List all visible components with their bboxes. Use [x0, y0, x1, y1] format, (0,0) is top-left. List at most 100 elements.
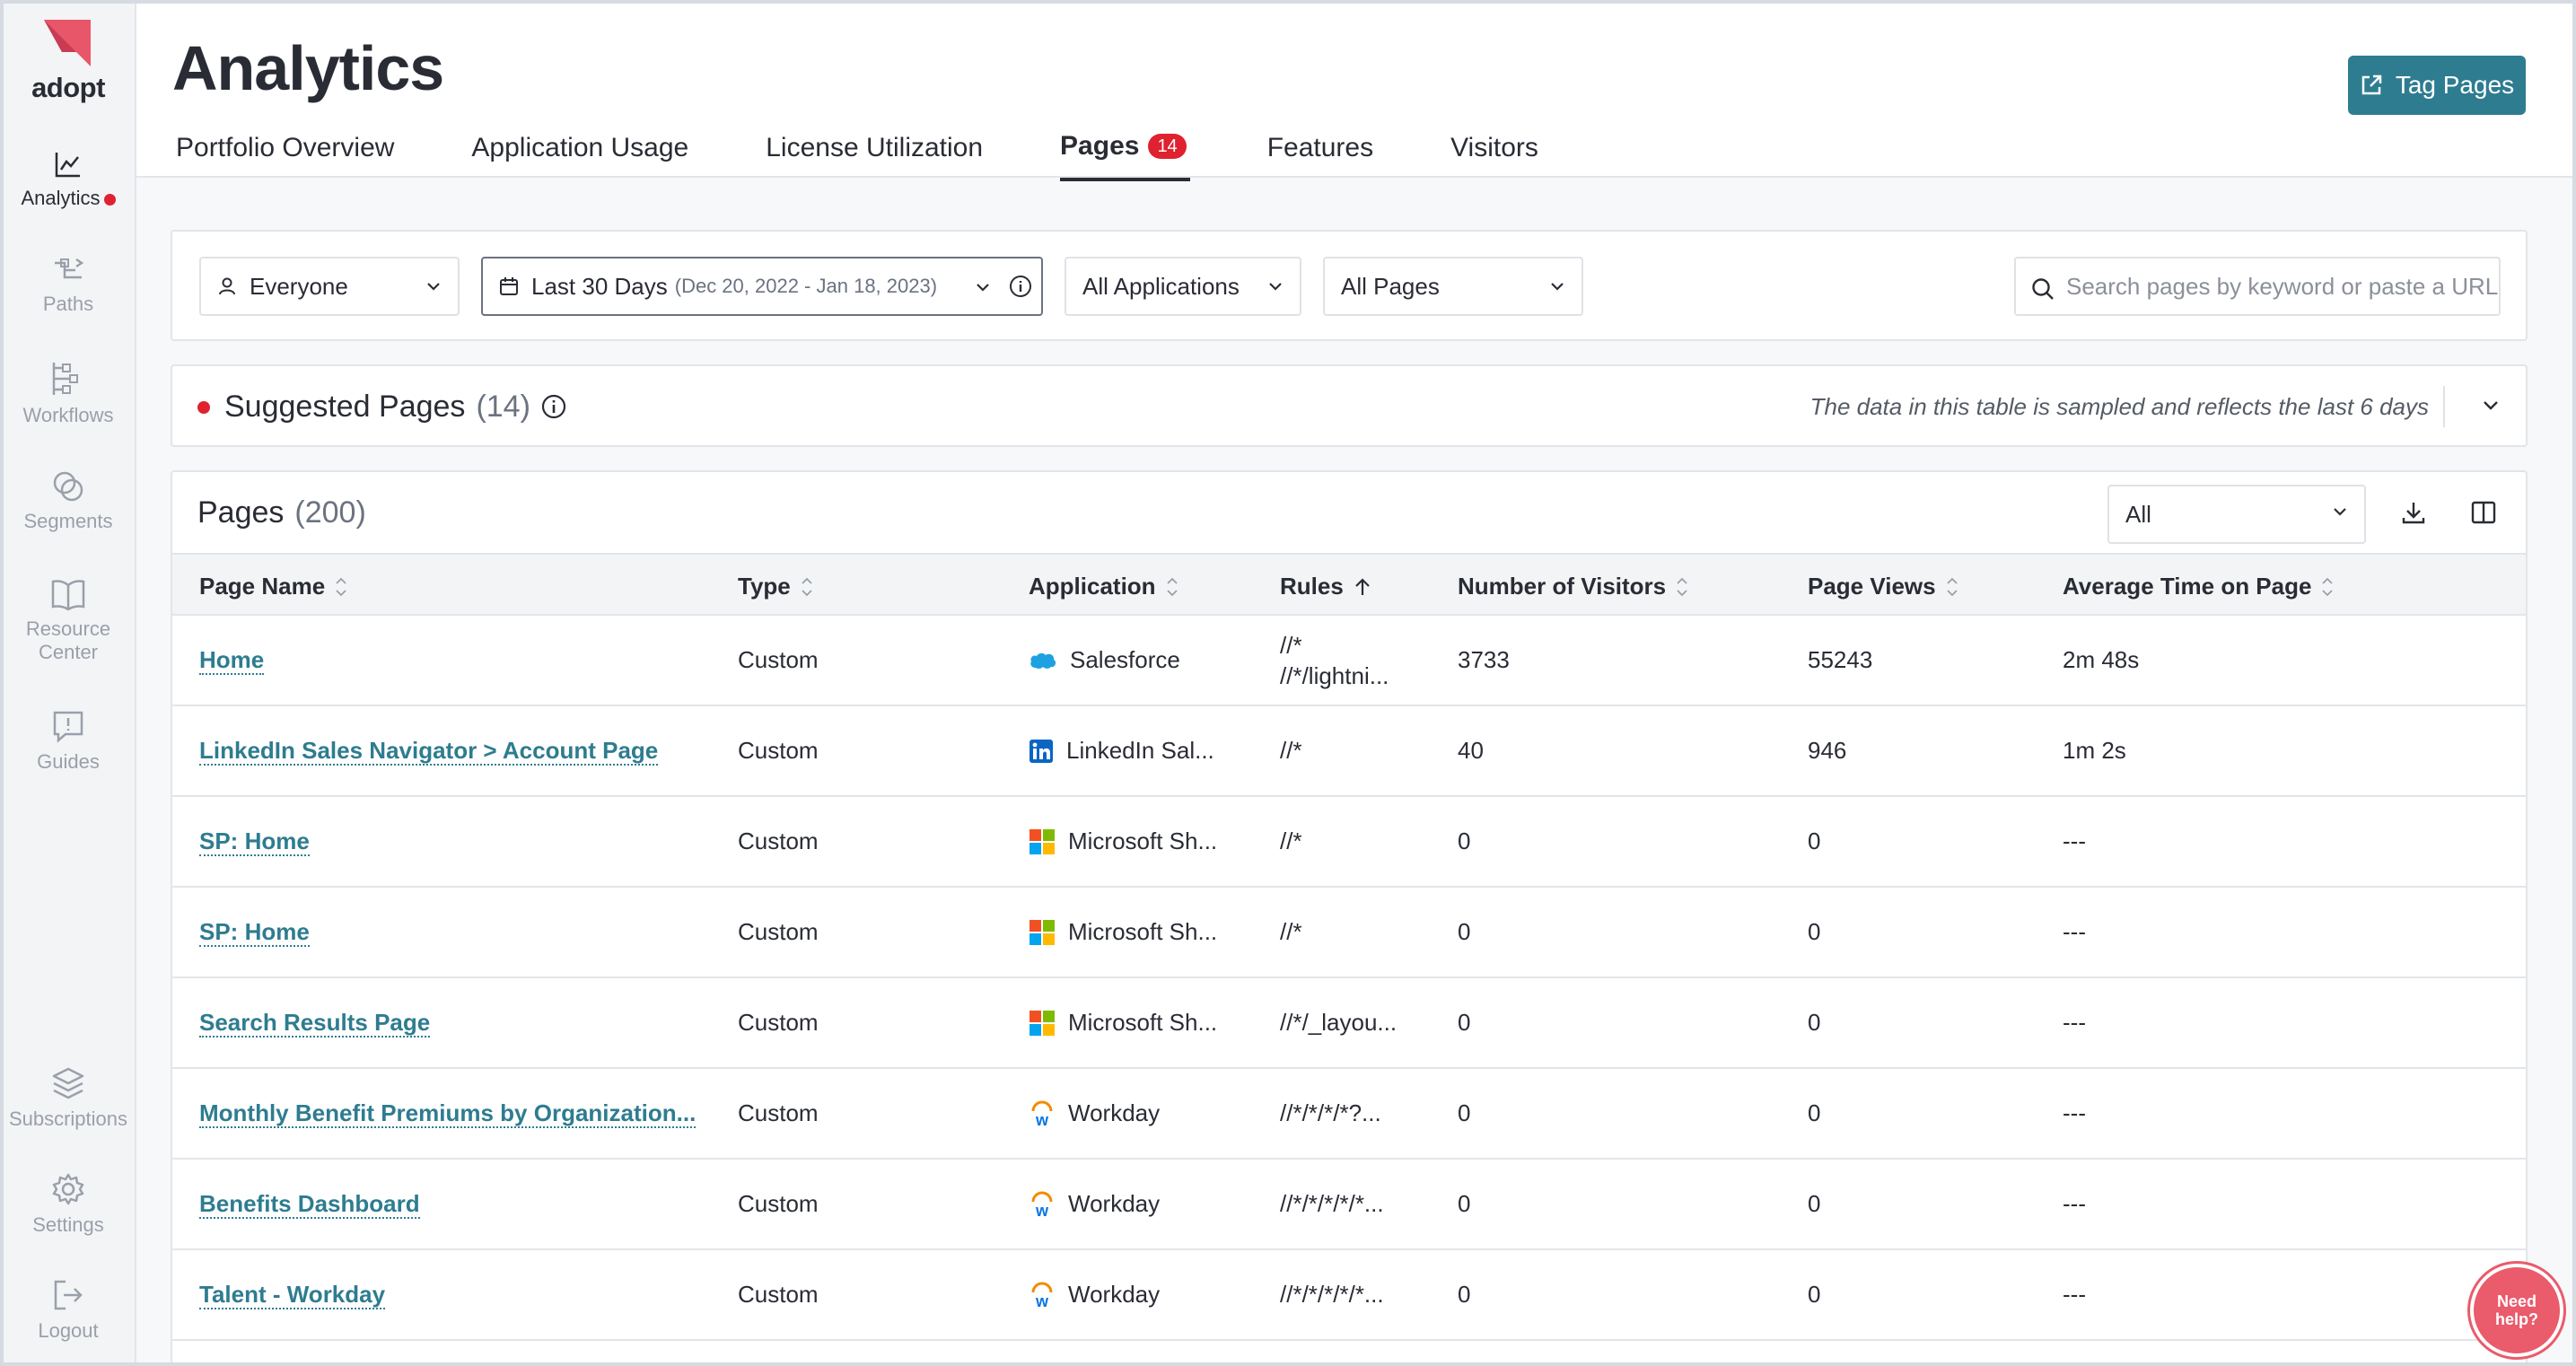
column-header-avg-time[interactable]: Average Time on Page — [2063, 573, 2335, 600]
page-name-link[interactable]: SP: Home — [199, 918, 310, 947]
suggested-pages-panel[interactable]: Suggested Pages (14) The data in this tab… — [171, 364, 2528, 447]
sort-icon — [336, 577, 346, 596]
workday-icon: w — [1029, 1100, 1056, 1127]
applications-dropdown[interactable]: All Applications — [1065, 257, 1301, 316]
table-row[interactable]: Monthly Benefit Premiums by Organization… — [172, 1069, 2526, 1160]
tab-features[interactable]: Features — [1267, 131, 1373, 181]
tab-portfolio-overview[interactable]: Portfolio Overview — [176, 131, 394, 181]
visitors-cell: 0 — [1458, 1009, 1471, 1036]
rules-cell: //*/*/*/*?... — [1280, 1099, 1381, 1126]
application-name: Workday — [1068, 1190, 1161, 1217]
page-name-link[interactable]: Benefits Dashboard — [199, 1190, 420, 1219]
search-input[interactable] — [2066, 272, 2499, 301]
page-views-cell: 946 — [1808, 737, 1847, 764]
column-header-page-views[interactable]: Page Views — [1808, 573, 1959, 600]
sidebar-item-resource-center[interactable]: Resource Center — [0, 578, 136, 664]
page-header: Analytics Tag Pages Portfolio Overview A… — [136, 0, 2572, 181]
tag-pages-button[interactable]: Tag Pages — [2348, 56, 2526, 115]
chart-line-icon — [55, 153, 80, 178]
download-icon[interactable] — [2400, 499, 2427, 526]
column-header-application[interactable]: Application — [1029, 573, 1179, 600]
filter-bar: Everyone Last 30 Days (Dec 20, 2022 - Ja… — [171, 230, 2528, 341]
tab-license-utilization[interactable]: License Utilization — [766, 131, 983, 181]
page-name-link[interactable]: Search Results Page — [199, 1009, 431, 1038]
sidebar-item-settings[interactable]: Settings — [0, 1172, 136, 1237]
rules-cell: //*/*/*/*/*... — [1280, 1281, 1384, 1308]
avg-time-cell: --- — [2063, 1190, 2086, 1217]
type-cell: Custom — [738, 1099, 819, 1126]
table-row[interactable]: SP: Home Custom Microsoft Sh... //* 0 0 … — [172, 888, 2526, 978]
date-range-dropdown[interactable]: Last 30 Days (Dec 20, 2022 - Jan 18, 202… — [481, 257, 1043, 316]
page-name-cell[interactable]: Search Results Page — [199, 978, 431, 1067]
info-icon[interactable] — [1009, 275, 1032, 298]
column-header-type[interactable]: Type — [738, 573, 814, 600]
table-row[interactable]: LinkedIn Sales Navigator > Account Page … — [172, 706, 2526, 797]
external-link-icon — [2361, 74, 2382, 95]
page-name-cell[interactable]: SP: Home — [199, 888, 310, 976]
chevron-down-icon — [977, 284, 989, 292]
pages-dropdown[interactable]: All Pages — [1323, 257, 1583, 316]
table-row[interactable]: Talent - Workday Custom w Workday //*/*/… — [172, 1250, 2526, 1341]
sidebar-item-paths[interactable]: Paths — [0, 255, 136, 316]
avg-time-cell: --- — [2063, 1009, 2086, 1036]
sort-icon — [1166, 577, 1178, 596]
table-row[interactable]: Home Custom Salesforce //* //*/lightni..… — [172, 616, 2526, 706]
logout-icon — [54, 1280, 83, 1310]
page-name-link[interactable]: Home — [199, 646, 265, 675]
columns-icon[interactable] — [2470, 499, 2497, 526]
audience-value: Everyone — [250, 272, 348, 300]
page-name-cell[interactable]: Talent - Workday — [199, 1250, 386, 1339]
page-name-cell[interactable]: Home — [199, 616, 265, 705]
column-header-visitors[interactable]: Number of Visitors — [1458, 573, 1689, 600]
visitors-cell: 0 — [1458, 827, 1471, 854]
visitors-cell: 3733 — [1458, 646, 1510, 673]
need-help-button[interactable]: Need help? — [2470, 1264, 2563, 1357]
page-name-cell[interactable]: LinkedIn Sales Navigator > Account Page — [199, 706, 659, 795]
chevron-down-icon — [1269, 283, 1282, 291]
sidebar-item-analytics[interactable]: Analytics — [0, 149, 136, 210]
application-name: Workday — [1068, 1099, 1161, 1126]
type-cell: Custom — [738, 827, 819, 854]
column-label: Page Views — [1808, 573, 1936, 600]
column-header-rules[interactable]: Rules — [1280, 573, 1372, 600]
sidebar-item-label: Guides — [37, 750, 100, 773]
pages-filter-select[interactable]: All — [2107, 485, 2366, 544]
type-cell: Custom — [738, 918, 819, 945]
chevron-down-icon[interactable] — [2479, 393, 2502, 416]
sidebar-item-segments[interactable]: Segments — [0, 470, 136, 533]
rules-cell: //* — [1280, 827, 1302, 854]
sidebar-item-workflows[interactable]: Workflows — [0, 361, 136, 427]
sidebar-item-subscriptions[interactable]: Subscriptions — [0, 1066, 136, 1131]
book-icon — [51, 580, 85, 610]
page-name-cell[interactable]: SP: Home — [199, 797, 310, 886]
table-row[interactable]: SP: Home Custom Microsoft Sh... //* 0 0 … — [172, 797, 2526, 888]
tab-application-usage[interactable]: Application Usage — [471, 131, 688, 181]
page-name-link[interactable]: LinkedIn Sales Navigator > Account Page — [199, 737, 659, 766]
paths-icon — [55, 258, 84, 279]
sidebar-item-logout[interactable]: Logout — [0, 1278, 136, 1343]
table-row[interactable]: Search Results Page Custom Microsoft Sh.… — [172, 978, 2526, 1069]
info-icon[interactable] — [540, 393, 567, 420]
avg-time-cell: --- — [2063, 918, 2086, 945]
brand-logo[interactable]: adopt — [0, 16, 136, 104]
page-name-link[interactable]: SP: Home — [199, 827, 310, 856]
svg-text:w: w — [1035, 1202, 1049, 1218]
sampling-note: The data in this table is sampled and re… — [1809, 393, 2429, 420]
sidebar-item-guides[interactable]: Guides — [0, 709, 136, 774]
rules-cell: //* — [1280, 918, 1302, 945]
pages-table-panel: Pages (200) All Page Name Type Applicatio… — [171, 470, 2528, 1366]
tab-pages[interactable]: Pages 14 — [1060, 131, 1190, 181]
page-name-link[interactable]: Talent - Workday — [199, 1281, 386, 1309]
page-name-link[interactable]: Monthly Benefit Premiums by Organization… — [199, 1099, 697, 1128]
sort-ascending-icon — [1355, 577, 1370, 595]
column-header-page-name[interactable]: Page Name — [199, 573, 348, 600]
tab-label: Portfolio Overview — [176, 133, 395, 162]
tab-visitors[interactable]: Visitors — [1450, 131, 1538, 181]
table-row[interactable]: Benefits Dashboard Custom w Workday //*/… — [172, 1160, 2526, 1250]
page-name-cell[interactable]: Monthly Benefit Premiums by Organization… — [199, 1069, 697, 1158]
audience-dropdown[interactable]: Everyone — [199, 257, 460, 316]
rules-cell: //* — [1280, 737, 1302, 764]
sidebar-item-label: Resource Center — [25, 617, 111, 663]
page-name-cell[interactable]: Benefits Dashboard — [199, 1160, 420, 1248]
sidebar-item-label: Settings — [32, 1213, 104, 1236]
